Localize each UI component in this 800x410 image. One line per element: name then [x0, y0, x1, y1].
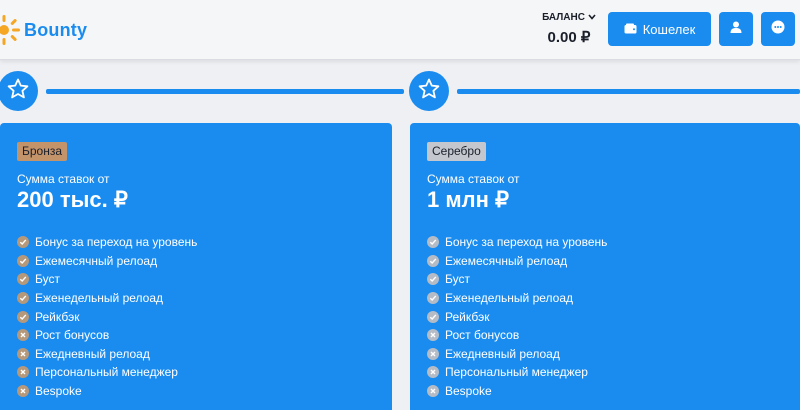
feature-item: Ежедневный релоад: [427, 345, 607, 364]
cross-icon: [427, 329, 439, 342]
balance-label: БАЛАНС: [542, 12, 585, 23]
feature-label: Bespoke: [35, 384, 82, 399]
feature-label: Ежедневный релоад: [35, 346, 150, 361]
feature-item: Рост бонусов: [427, 326, 607, 345]
feature-item: Еженедельный релоад: [17, 289, 197, 308]
sun-logo-icon: [0, 14, 22, 46]
chat-button[interactable]: [761, 12, 795, 46]
feature-label: Персональный менеджер: [35, 365, 178, 380]
feature-item: Персональный менеджер: [17, 363, 197, 382]
feature-item: Буст: [427, 270, 607, 289]
feature-item: Рост бонусов: [17, 326, 197, 345]
feature-label: Рейкбэк: [445, 309, 490, 324]
sum-value: 200 тыс. ₽: [17, 187, 128, 212]
star-icon: [6, 77, 30, 106]
feature-item: Рейкбэк: [17, 307, 197, 326]
profile-button[interactable]: [719, 12, 753, 46]
feature-label: Буст: [35, 272, 60, 287]
feature-item: Ежемесячный релоад: [17, 252, 197, 271]
cross-icon: [17, 347, 29, 360]
balance-value: 0.00 ₽: [547, 29, 591, 46]
feature-item: Bespoke: [17, 382, 197, 401]
level-card-silver: Серебро Сумма ставок от 1 млн ₽ Бонус за…: [410, 123, 800, 410]
check-icon: [427, 236, 439, 249]
check-icon: [17, 310, 29, 323]
feature-label: Буст: [445, 272, 470, 287]
balance-block[interactable]: БАЛАНС 0.00 ₽: [540, 12, 598, 46]
feature-label: Персональный менеджер: [445, 365, 588, 380]
wallet-button[interactable]: Кошелек: [608, 12, 711, 46]
chevron-down-icon: [588, 13, 596, 22]
feature-item: Буст: [17, 270, 197, 289]
feature-item: Ежедневный релоад: [17, 345, 197, 364]
feature-label: Еженедельный релоад: [35, 291, 163, 306]
level-progress-line: [46, 89, 404, 94]
wallet-label: Кошелек: [642, 21, 696, 37]
star-icon: [417, 77, 441, 106]
feature-list: Бонус за переход на уровень Ежемесячный р…: [427, 233, 607, 400]
logo-text: Bounty: [24, 19, 88, 40]
balance-dropdown[interactable]: БАЛАНС: [540, 12, 598, 23]
sum-label: Сумма ставок от: [427, 172, 520, 186]
feature-label: Рост бонусов: [445, 328, 520, 343]
logo[interactable]: Bounty: [0, 14, 87, 46]
feature-label: Еженедельный релоад: [445, 291, 573, 306]
feature-label: Рост бонусов: [35, 328, 110, 343]
chat-bubble-icon: [771, 20, 785, 39]
level-badge: Серебро: [427, 142, 486, 161]
check-icon: [17, 273, 29, 286]
user-icon: [730, 20, 742, 38]
feature-label: Ежемесячный релоад: [35, 253, 158, 268]
feature-item: Рейкбэк: [427, 307, 607, 326]
feature-item: Бонус за переход на уровень: [427, 233, 607, 252]
check-icon: [17, 292, 29, 305]
feature-label: Bespoke: [445, 384, 492, 399]
check-icon: [427, 292, 439, 305]
feature-item: Бонус за переход на уровень: [17, 233, 197, 252]
feature-label: Бонус за переход на уровень: [35, 235, 198, 250]
feature-item: Ежемесячный релоад: [427, 252, 607, 271]
level-marker-silver[interactable]: [409, 71, 449, 111]
feature-label: Рейкбэк: [35, 309, 80, 324]
sum-label: Сумма ставок от: [17, 172, 110, 186]
wallet-icon: [624, 22, 637, 37]
feature-label: Бонус за переход на уровень: [445, 235, 608, 250]
check-icon: [427, 310, 439, 323]
cross-icon: [427, 385, 439, 398]
feature-label: Ежемесячный релоад: [445, 253, 568, 268]
feature-label: Ежедневный релоад: [445, 346, 560, 361]
sum-value: 1 млн ₽: [427, 187, 509, 212]
feature-item: Bespoke: [427, 382, 607, 401]
cross-icon: [17, 366, 29, 379]
cross-icon: [427, 366, 439, 379]
cross-icon: [17, 329, 29, 342]
cross-icon: [427, 347, 439, 360]
check-icon: [17, 254, 29, 267]
cross-icon: [17, 385, 29, 398]
check-icon: [427, 273, 439, 286]
feature-item: Персональный менеджер: [427, 363, 607, 382]
level-marker-bronze[interactable]: [0, 71, 38, 111]
level-card-bronze: Бронза Сумма ставок от 200 тыс. ₽ Бонус …: [0, 123, 392, 410]
top-header: Bounty БАЛАНС 0.00 ₽ Кошелек: [0, 0, 800, 60]
check-icon: [17, 236, 29, 249]
feature-list: Бонус за переход на уровень Ежемесячный р…: [17, 233, 197, 400]
check-icon: [427, 254, 439, 267]
feature-item: Еженедельный релоад: [427, 289, 607, 308]
level-progress-line: [457, 89, 800, 94]
level-badge: Бронза: [17, 142, 68, 161]
